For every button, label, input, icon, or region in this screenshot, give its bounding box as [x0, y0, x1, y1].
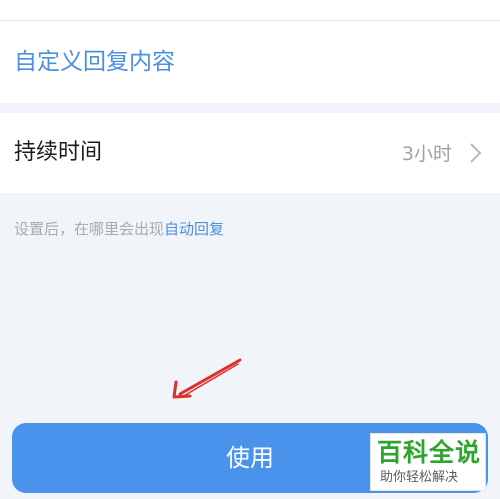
reply-card: 自定义回复内容	[0, 0, 500, 103]
watermark-title: 百科全说	[377, 438, 482, 467]
red-arrow-icon	[172, 358, 242, 399]
hint-text-body: 设置后，在哪里会出现	[14, 220, 165, 238]
auto-reply-link[interactable]: 自动回复	[164, 220, 224, 238]
chevron-right-icon	[470, 143, 482, 163]
duration-value: 3小时	[401, 143, 452, 165]
watermark-logo: 百科全说 助你轻松解决	[370, 433, 486, 491]
watermark-subtitle: 助你轻松解决	[380, 470, 459, 485]
divider	[0, 20, 500, 21]
duration-setting-row[interactable]: 持续时间 3小时	[0, 113, 500, 193]
duration-label: 持续时间	[14, 140, 103, 165]
custom-reply-link[interactable]: 自定义回复内容	[14, 46, 175, 78]
hint-text: 设置后，在哪里会出现自动回复	[14, 217, 224, 241]
